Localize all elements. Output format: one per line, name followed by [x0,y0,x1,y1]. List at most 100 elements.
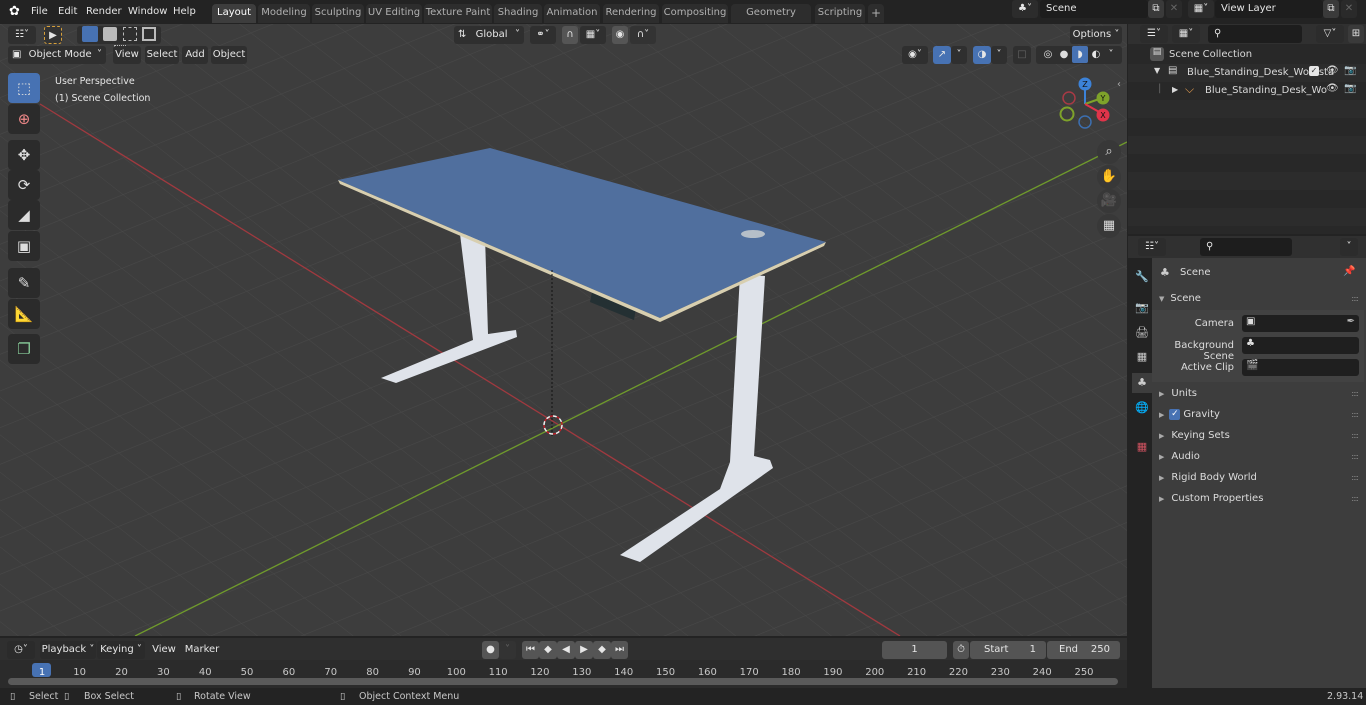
rendered-shading-icon[interactable]: ◐ [1088,46,1104,63]
scene-tab-icon[interactable]: ♣ [1132,373,1152,393]
proportional-edit-icon[interactable]: ◉ [612,26,628,44]
tab-compositing[interactable]: Compositing [662,4,728,23]
tab-scripting[interactable]: Scripting [815,4,865,23]
audio-panel-header[interactable]: ▶ Audio:::: [1156,447,1364,467]
outliner-row-scene-collection[interactable]: ▤ Scene Collection [1128,46,1366,64]
menu-select[interactable]: Select [145,46,179,64]
menu-render[interactable]: Render [86,0,122,24]
new-collection-button[interactable]: ⊞ [1348,25,1364,43]
expand-arrow-icon[interactable]: ▶ [1172,85,1178,94]
jump-to-end-icon[interactable]: ⏭ [611,641,628,659]
auto-keying-record-icon[interactable]: ● [482,641,499,659]
tab-shading[interactable]: Shading [494,4,542,23]
current-frame-field[interactable]: 1 [882,641,947,659]
delete-scene-button[interactable]: ✕ [1166,0,1182,18]
options-dropdown[interactable]: Options ˅ [1070,26,1122,44]
transform-tool[interactable]: ▣ [8,231,40,261]
view-layer-icon[interactable]: ▦˅ [1188,0,1214,18]
render-camera-icon[interactable]: 📷 [1344,83,1356,94]
menu-edit[interactable]: Edit [58,0,77,24]
visibility-dropdown[interactable]: ◉˅ [902,46,928,64]
select-extend-icon[interactable] [103,27,118,41]
scene-icon[interactable]: ♣˅ [1012,0,1038,18]
new-scene-button[interactable]: ⧉ [1148,0,1164,18]
tab-geometry-nodes[interactable]: Geometry Nodes [731,4,811,36]
zoom-view-icon[interactable]: ⌕ [1097,140,1121,164]
shading-dropdown[interactable]: ˅ [1104,46,1118,63]
properties-editor-type-button[interactable]: ☷˅ [1138,238,1166,256]
play-icon[interactable]: ▶ [575,641,593,659]
solid-shading-icon[interactable]: ● [1056,46,1072,63]
custom-properties-panel-header[interactable]: ▶ Custom Properties:::: [1156,489,1364,509]
end-frame-field[interactable]: End 250 [1047,641,1120,659]
sidebar-toggle-chevron-icon[interactable]: ‹ [1117,79,1121,90]
3d-viewport[interactable]: ☷˅ ▶ ⇅ Global ˅ ⚭˅ ∩ ▦˅ ◉ ∩˅ Options ˅ ▣… [0,24,1127,636]
keying-sets-panel-header[interactable]: ▶ Keying Sets:::: [1156,426,1364,446]
scale-tool[interactable]: ◢ [8,200,40,230]
eyedropper-icon[interactable]: ✒ [1347,316,1355,327]
texture-tab-icon[interactable]: ▦ [1132,437,1152,457]
timeline-editor-type-button[interactable]: ◷˅ [7,641,35,659]
menu-view[interactable]: View [113,46,141,64]
outliner-filter-button[interactable]: ▽˅ [1316,25,1344,43]
outliner-view-layer-button[interactable]: ▦˅ [1172,25,1200,43]
rigid-body-world-panel-header[interactable]: ▶ Rigid Body World:::: [1156,468,1364,488]
keying-options-dropdown[interactable]: ˅ [499,641,516,659]
tab-texture-paint[interactable]: Texture Paint [424,4,492,23]
exclude-checkbox[interactable]: ✓ [1309,66,1319,76]
menu-object[interactable]: Object [211,46,247,64]
scene-panel-header[interactable]: ▼ Scene :::: [1156,289,1364,309]
menu-add[interactable]: Add [182,46,208,64]
preview-range-stopwatch-icon[interactable]: ⏱ [953,641,969,659]
expand-arrow-icon[interactable]: ▼ [1154,66,1160,75]
tab-modeling[interactable]: Modeling [258,4,310,23]
view-layer-selector[interactable]: View Layer [1215,0,1323,18]
tab-sculpting[interactable]: Sculpting [312,4,364,23]
menu-file[interactable]: File [31,0,48,24]
rotate-tool[interactable]: ⟳ [8,170,40,200]
gizmo-toggle-icon[interactable]: ↗ [933,46,951,64]
start-frame-field[interactable]: Start 1 [970,641,1046,659]
visibility-eye-icon[interactable]: 👁 [1326,83,1339,94]
annotate-tool[interactable]: ✎ [8,268,40,298]
editor-type-button[interactable]: ☷˅ [8,26,36,44]
wireframe-shading-icon[interactable]: ◎ [1040,46,1056,63]
active-clip-field[interactable]: 🎬 [1242,359,1359,376]
play-reverse-icon[interactable]: ◀ [557,641,575,659]
outliner-row-object[interactable]: | ▶ ⌵ Blue_Standing_Desk_Wo 👁 📷 [1128,82,1366,100]
visibility-eye-icon[interactable]: 👁 [1326,65,1339,76]
navigation-gizmo[interactable]: Z Y X [1055,76,1115,136]
new-view-layer-button[interactable]: ⧉ [1323,0,1339,18]
snap-toggle-icon[interactable]: ∩ [562,26,578,44]
gravity-panel-header[interactable]: ▶ ✓ Gravity:::: [1156,405,1364,425]
gravity-checkbox[interactable]: ✓ [1169,408,1181,420]
cursor-tool[interactable]: ⊕ [8,104,40,134]
tool-select-icon[interactable]: ▶ [44,26,62,44]
overlays-dropdown[interactable]: ˅ [991,46,1007,64]
xray-toggle-icon[interactable]: □ [1013,46,1031,64]
perspective-toggle-grid-icon[interactable]: ▦ [1097,214,1121,238]
menu-help[interactable]: Help [173,0,196,24]
tab-animation[interactable]: Animation [544,4,600,23]
transform-orientation-dropdown[interactable]: ⇅ Global ˅ [454,26,524,44]
select-subtract-icon[interactable] [122,27,137,41]
overlays-toggle-icon[interactable]: ◑ [973,46,991,64]
outliner-row-collection[interactable]: ▼ ▤ Blue_Standing_Desk_Worksta ✓ 👁 📷 [1128,64,1366,82]
pan-view-hand-icon[interactable]: ✋ [1097,165,1121,189]
add-workspace-button[interactable]: + [868,4,884,23]
blender-logo-icon[interactable]: ✿ [9,0,20,24]
scene-selector[interactable]: Scene [1040,0,1148,18]
output-tab-icon[interactable]: 🖨 [1132,323,1152,343]
snap-target-button[interactable]: ▦˅ [580,26,606,44]
render-tab-icon[interactable]: 📷 [1132,298,1152,318]
select-box-tool[interactable]: ⬚ [8,73,40,103]
properties-search-input[interactable]: ⚲ [1200,238,1292,256]
proportional-falloff-button[interactable]: ∩˅ [630,26,656,44]
timeline-menu-view[interactable]: View [150,641,178,659]
menu-window[interactable]: Window [128,0,167,24]
timeline-scrollbar[interactable] [8,678,1118,685]
outliner-display-mode-button[interactable]: ☰˅ [1140,25,1168,43]
tab-layout[interactable]: Layout [212,4,256,23]
drag-handle-icon[interactable]: :::: [1351,289,1359,309]
jump-to-start-icon[interactable]: ⏮ [522,641,539,659]
